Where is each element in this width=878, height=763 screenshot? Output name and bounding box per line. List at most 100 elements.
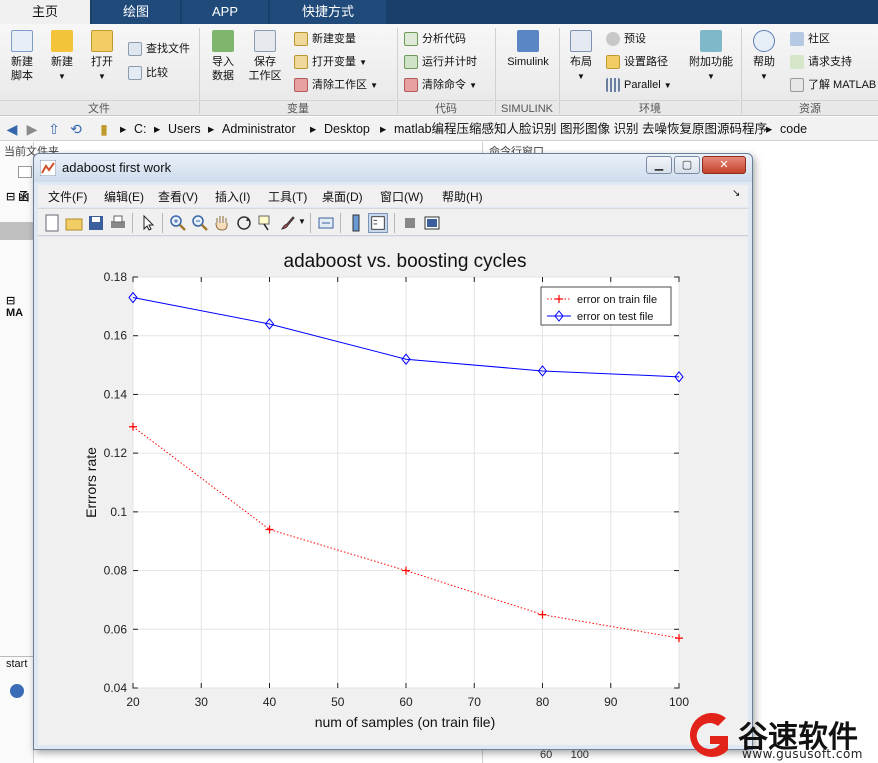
new-figure-icon[interactable] bbox=[42, 213, 62, 233]
open-dropdown-icon: ▼ bbox=[98, 72, 106, 81]
pointer-icon[interactable] bbox=[138, 213, 158, 233]
tab-home[interactable]: 主页 bbox=[0, 0, 90, 24]
community-icon bbox=[790, 32, 804, 47]
simulink-label: Simulink bbox=[507, 56, 549, 68]
minimize-button[interactable]: ▁ bbox=[646, 156, 672, 174]
forward-arrow-icon[interactable]: ▶ bbox=[24, 121, 40, 137]
tab-apps[interactable]: APP bbox=[182, 0, 268, 24]
menu-help[interactable]: 帮助(H) bbox=[442, 188, 483, 205]
menu-insert[interactable]: 插入(I) bbox=[215, 188, 250, 205]
set-path-button[interactable]: 设置路径 bbox=[606, 53, 668, 71]
breadcrumb-item[interactable]: C: bbox=[134, 117, 147, 141]
new-script-button[interactable]: 新建 脚本 bbox=[4, 30, 40, 83]
compare-icon bbox=[128, 66, 142, 81]
menu-file[interactable]: 文件(F) bbox=[48, 188, 87, 205]
add-ons-dropdown-icon: ▼ bbox=[707, 72, 715, 81]
close-button[interactable]: ✕ bbox=[702, 156, 746, 174]
community-button[interactable]: 社区 bbox=[790, 30, 830, 48]
add-ons-label: 附加功能 bbox=[689, 56, 733, 68]
figure-canvas[interactable]: adaboost vs. boosting cycles 20 30 40 50 60 7… bbox=[38, 237, 748, 745]
tab-plots[interactable]: 绘图 bbox=[92, 0, 180, 24]
simulink-icon bbox=[517, 30, 539, 52]
breadcrumb-item[interactable]: Users bbox=[168, 117, 201, 141]
y-tick-label: 0.18 bbox=[104, 270, 128, 284]
open-label: 打开 bbox=[91, 56, 113, 68]
breadcrumb-item[interactable]: matlab编程压缩感知人脸识别 图形图像 识别 去噪恢复原图源码程序 bbox=[394, 117, 767, 141]
compare-button[interactable]: 比较 bbox=[128, 64, 168, 82]
open-variable-button[interactable]: 打开变量 ▼ bbox=[294, 53, 367, 71]
legend-label-1: error on train file bbox=[577, 294, 657, 306]
parallel-button[interactable]: Parallel ▼ bbox=[606, 76, 672, 94]
current-folder-panel: 当前文件夹 ⊟ 函 ⊟ MA start bbox=[0, 142, 59, 763]
y-axis-label: Errrors rate bbox=[83, 447, 99, 518]
y-tick-label: 0.16 bbox=[104, 329, 128, 343]
open-file-icon[interactable] bbox=[64, 213, 84, 233]
brush-icon[interactable] bbox=[278, 213, 298, 233]
analyze-code-button[interactable]: 分析代码 bbox=[404, 30, 466, 48]
run-and-time-icon bbox=[404, 55, 418, 70]
browse-folder-icon[interactable]: ⟲ bbox=[68, 121, 84, 137]
menu-window[interactable]: 窗口(W) bbox=[380, 188, 423, 205]
request-support-button[interactable]: 请求支持 bbox=[790, 53, 852, 71]
group-file-label: 文件 bbox=[0, 100, 198, 116]
y-tick-label: 0.12 bbox=[104, 446, 128, 460]
legend[interactable]: error on train file error on test file bbox=[540, 286, 672, 326]
back-arrow-icon[interactable]: ◀ bbox=[4, 121, 20, 137]
rotate-3d-icon[interactable] bbox=[234, 213, 254, 233]
x-tick-label: 50 bbox=[331, 695, 345, 709]
run-and-time-label: 运行并计时 bbox=[422, 56, 477, 68]
clear-workspace-button[interactable]: 清除工作区 ▼ bbox=[294, 76, 378, 94]
menu-desktop[interactable]: 桌面(D) bbox=[322, 188, 363, 205]
run-and-time-button[interactable]: 运行并计时 bbox=[404, 53, 477, 71]
maximize-button[interactable]: ▢ bbox=[674, 156, 700, 174]
panel-checkbox[interactable] bbox=[18, 166, 32, 178]
add-ons-button[interactable]: 附加功能 ▼ bbox=[688, 30, 734, 84]
dock-arrow-icon[interactable]: ↘ bbox=[732, 188, 740, 199]
zoom-out-icon[interactable] bbox=[190, 213, 210, 233]
save-workspace-button[interactable]: 保存 工作区 bbox=[246, 30, 284, 83]
pan-hand-icon[interactable] bbox=[212, 213, 232, 233]
colorbar-icon[interactable] bbox=[346, 213, 366, 233]
figure-window[interactable]: adaboost first work ▁ ▢ ✕ 文件(F) 编辑(E) 查看… bbox=[33, 153, 753, 750]
brush-dropdown-icon[interactable]: ▼ bbox=[298, 217, 306, 226]
legend-label-2: error on test file bbox=[577, 311, 653, 323]
help-dropdown-icon: ▼ bbox=[760, 72, 768, 81]
figure-title-bar[interactable]: adaboost first work ▁ ▢ ✕ bbox=[34, 154, 752, 182]
menu-edit[interactable]: 编辑(E) bbox=[104, 188, 144, 205]
x-tick-label: 70 bbox=[468, 695, 482, 709]
menu-view[interactable]: 查看(V) bbox=[158, 188, 198, 205]
show-plot-tools-icon[interactable] bbox=[422, 213, 442, 233]
breadcrumb-item[interactable]: Desktop bbox=[324, 117, 370, 141]
print-icon[interactable] bbox=[108, 213, 128, 233]
toolbar-separator bbox=[310, 213, 311, 233]
clear-commands-button[interactable]: 清除命令 ▼ bbox=[404, 76, 477, 94]
link-plot-icon[interactable] bbox=[316, 213, 336, 233]
help-button[interactable]: 帮助 ▼ bbox=[748, 30, 780, 84]
save-icon[interactable] bbox=[86, 213, 106, 233]
up-folder-icon[interactable]: ⇧ bbox=[46, 121, 62, 137]
selected-file-row[interactable] bbox=[0, 222, 34, 240]
legend-icon[interactable] bbox=[368, 213, 388, 233]
new-button[interactable]: 新建 ▼ bbox=[44, 30, 80, 84]
simulink-button[interactable]: Simulink bbox=[500, 30, 556, 69]
start-label: start bbox=[6, 658, 28, 670]
preferences-button[interactable]: 预设 bbox=[606, 30, 646, 48]
hide-plot-tools-icon[interactable] bbox=[400, 213, 420, 233]
layout-button[interactable]: 布局 ▼ bbox=[564, 30, 598, 84]
breadcrumb-item[interactable]: Administrator bbox=[222, 117, 296, 141]
parallel-label: Parallel bbox=[624, 79, 661, 91]
new-variable-button[interactable]: 新建变量 bbox=[294, 30, 356, 48]
menu-tools[interactable]: 工具(T) bbox=[268, 188, 307, 205]
data-cursor-icon[interactable] bbox=[256, 213, 276, 233]
breadcrumb-item[interactable]: code bbox=[780, 117, 807, 141]
learn-matlab-button[interactable]: 了解 MATLAB bbox=[790, 76, 876, 94]
zoom-in-icon[interactable] bbox=[168, 213, 188, 233]
group-simulink-label: SIMULINK bbox=[496, 100, 558, 116]
find-files-button[interactable]: 查找文件 bbox=[128, 40, 190, 58]
tab-shortcuts[interactable]: 快捷方式 bbox=[270, 0, 386, 24]
import-data-button[interactable]: 导入 数据 bbox=[205, 30, 241, 83]
x-tick-label: 40 bbox=[263, 695, 277, 709]
find-files-label: 查找文件 bbox=[146, 43, 190, 55]
open-button[interactable]: 打开 ▼ bbox=[84, 30, 120, 84]
watermark-logo-icon bbox=[689, 712, 728, 757]
